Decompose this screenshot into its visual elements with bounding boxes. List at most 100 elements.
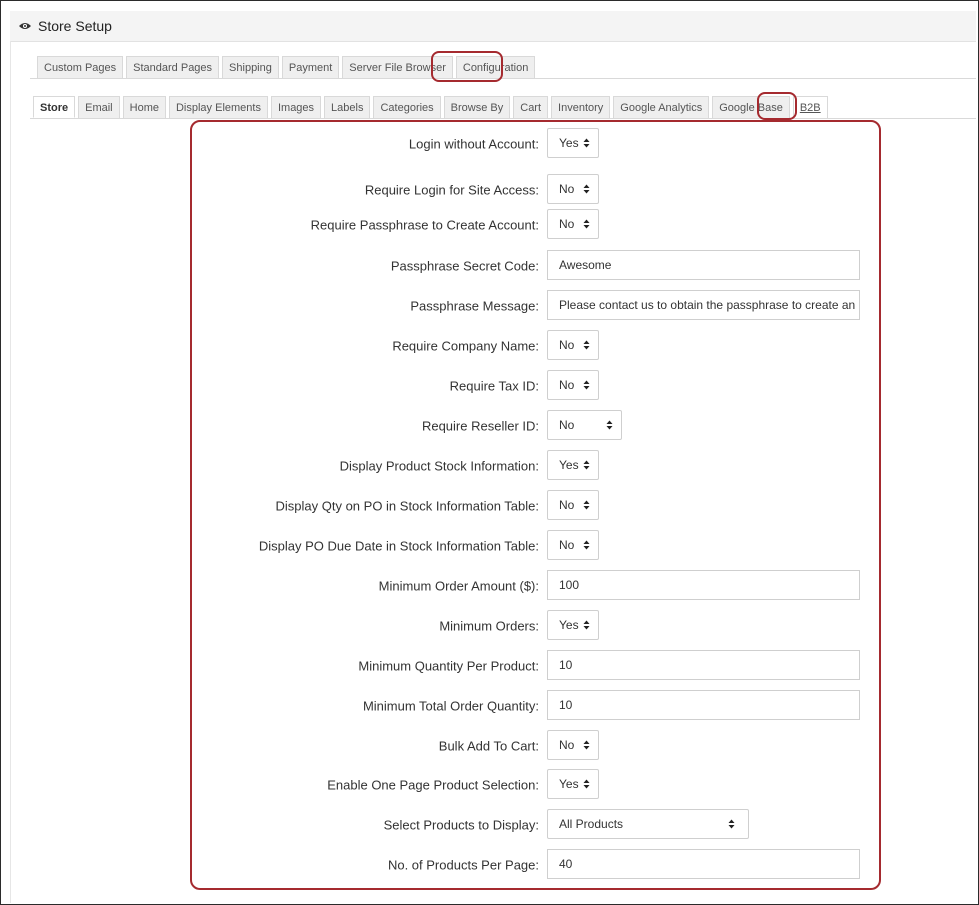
passphrase-code-input[interactable]: Awesome: [547, 250, 860, 280]
tab-home[interactable]: Home: [122, 96, 166, 118]
login-without-account-label: Login without Account:: [408, 136, 539, 152]
updown-arrow-icon: [583, 740, 590, 751]
row-require-login: Require Login for Site Access: No: [190, 174, 881, 206]
one-page-selection-select[interactable]: Yes: [547, 769, 599, 799]
tab-images[interactable]: Images: [270, 96, 322, 118]
bulk-add-label: Bulk Add To Cart:: [438, 738, 539, 754]
row-min-orders: Minimum Orders: Yes: [190, 610, 881, 642]
bulk-add-value: No: [559, 738, 575, 752]
min-total-qty-label: Minimum Total Order Quantity:: [362, 698, 539, 714]
row-select-products: Select Products to Display: All Products: [190, 809, 881, 841]
display-po-due-label: Display PO Due Date in Stock Information…: [258, 538, 539, 554]
tab-inventory[interactable]: Inventory: [551, 96, 611, 118]
updown-arrow-icon: [583, 779, 590, 790]
products-per-page-input[interactable]: 40: [547, 849, 860, 879]
require-reseller-id-label: Require Reseller ID:: [421, 418, 539, 434]
require-login-value: No: [559, 182, 575, 196]
require-company-value: No: [559, 338, 575, 352]
min-order-amount-input[interactable]: 100: [547, 570, 860, 600]
updown-arrow-icon: [583, 620, 590, 631]
row-require-tax-id: Require Tax ID: No: [190, 370, 881, 402]
require-passphrase-value: No: [559, 217, 575, 231]
min-order-amount-label: Minimum Order Amount ($):: [378, 578, 539, 594]
display-stock-info-label: Display Product Stock Information:: [339, 458, 539, 474]
one-page-selection-label: Enable One Page Product Selection:: [327, 777, 539, 793]
row-min-qty-per-product: Minimum Quantity Per Product: 10: [190, 650, 881, 682]
tab-store[interactable]: Store: [33, 96, 76, 118]
require-reseller-id-value: No: [559, 418, 575, 432]
updown-arrow-icon: [583, 138, 590, 149]
display-qty-po-select[interactable]: No: [547, 490, 599, 520]
require-company-select[interactable]: No: [547, 330, 599, 360]
page-title: Store Setup: [38, 18, 112, 34]
tab-google-analytics[interactable]: Google Analytics: [613, 96, 710, 118]
require-passphrase-select[interactable]: No: [547, 209, 599, 239]
display-stock-info-value: Yes: [559, 458, 579, 472]
tab-custom-pages[interactable]: Custom Pages: [37, 56, 124, 78]
page-header: Store Setup: [10, 11, 976, 42]
min-orders-value: Yes: [559, 618, 579, 632]
tab-display-elements[interactable]: Display Elements: [168, 96, 268, 118]
display-po-due-value: No: [559, 538, 575, 552]
row-login-without-account: Login without Account: Yes: [190, 128, 881, 160]
tab-cart[interactable]: Cart: [513, 96, 549, 118]
updown-arrow-icon: [583, 500, 590, 511]
sub-tabs-divider: [30, 118, 976, 119]
eye-icon: [18, 19, 32, 33]
updown-arrow-icon: [606, 420, 613, 431]
products-per-page-label: No. of Products Per Page:: [387, 857, 539, 873]
updown-arrow-icon: [583, 540, 590, 551]
login-without-account-select[interactable]: Yes: [547, 128, 599, 158]
updown-arrow-icon: [583, 380, 590, 391]
row-display-po-due: Display PO Due Date in Stock Information…: [190, 530, 881, 562]
row-min-order-amount: Minimum Order Amount ($): 100: [190, 570, 881, 602]
require-tax-id-value: No: [559, 378, 575, 392]
one-page-selection-value: Yes: [559, 777, 579, 791]
display-qty-po-value: No: [559, 498, 575, 512]
tab-b2b[interactable]: B2B: [792, 96, 828, 118]
content-border: [10, 41, 11, 903]
select-products-select[interactable]: All Products: [547, 809, 749, 839]
require-reseller-id-select[interactable]: No: [547, 410, 622, 440]
tab-standard-pages[interactable]: Standard Pages: [126, 56, 220, 78]
tab-browse-by[interactable]: Browse By: [443, 96, 511, 118]
require-tax-id-select[interactable]: No: [547, 370, 599, 400]
tab-payment[interactable]: Payment: [281, 56, 340, 78]
row-display-stock-info: Display Product Stock Information: Yes: [190, 450, 881, 482]
updown-arrow-icon: [728, 819, 735, 830]
select-products-value: All Products: [559, 817, 624, 831]
sub-tabs: Store Email Home Display Elements Images…: [33, 96, 831, 118]
min-qty-per-product-label: Minimum Quantity Per Product:: [358, 658, 539, 674]
row-passphrase-code: Passphrase Secret Code: Awesome: [190, 250, 881, 282]
require-login-label: Require Login for Site Access:: [364, 182, 539, 198]
row-passphrase-message: Passphrase Message: Please contact us to…: [190, 290, 881, 322]
min-orders-select[interactable]: Yes: [547, 610, 599, 640]
min-total-qty-input[interactable]: 10: [547, 690, 860, 720]
updown-arrow-icon: [583, 184, 590, 195]
row-products-per-page: No. of Products Per Page: 40: [190, 849, 881, 881]
updown-arrow-icon: [583, 340, 590, 351]
row-min-total-qty: Minimum Total Order Quantity: 10: [190, 690, 881, 722]
tab-labels[interactable]: Labels: [324, 96, 371, 118]
select-products-label: Select Products to Display:: [383, 817, 539, 833]
require-login-select[interactable]: No: [547, 174, 599, 204]
display-stock-info-select[interactable]: Yes: [547, 450, 599, 480]
min-orders-label: Minimum Orders:: [439, 618, 539, 634]
b2b-highlight: [757, 92, 797, 120]
require-tax-id-label: Require Tax ID:: [449, 378, 539, 394]
tab-email[interactable]: Email: [78, 96, 120, 118]
main-tabs-divider: [30, 78, 976, 79]
configuration-highlight: [431, 51, 503, 82]
updown-arrow-icon: [583, 460, 590, 471]
display-po-due-select[interactable]: No: [547, 530, 599, 560]
passphrase-message-input[interactable]: Please contact us to obtain the passphra…: [547, 290, 860, 320]
row-one-page-selection: Enable One Page Product Selection: Yes: [190, 769, 881, 801]
tab-shipping[interactable]: Shipping: [222, 56, 279, 78]
min-qty-per-product-input[interactable]: 10: [547, 650, 860, 680]
row-require-company: Require Company Name: No: [190, 330, 881, 362]
row-display-qty-po: Display Qty on PO in Stock Information T…: [190, 490, 881, 522]
login-without-account-value: Yes: [559, 136, 579, 150]
passphrase-message-label: Passphrase Message:: [410, 298, 539, 314]
tab-categories[interactable]: Categories: [373, 96, 441, 118]
bulk-add-select[interactable]: No: [547, 730, 599, 760]
